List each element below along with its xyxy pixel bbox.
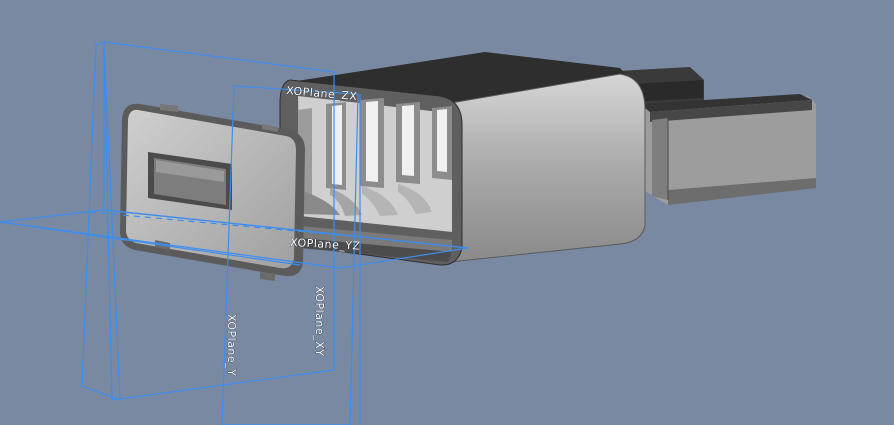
- connector-housing[interactable]: [279, 52, 646, 266]
- cover-plate[interactable]: [120, 103, 305, 281]
- plane-label-left-vertical: XOPlane_Y: [225, 314, 238, 376]
- 3d-viewport[interactable]: XOPlane_ZX XOPlane_YZ XOPlane_XY XOPlane…: [0, 0, 894, 425]
- cad-scene[interactable]: XOPlane_ZX XOPlane_YZ XOPlane_XY XOPlane…: [0, 0, 894, 425]
- plane-left[interactable]: [81, 41, 121, 401]
- plane-label-right-vertical: XOPlane_XY: [313, 286, 326, 356]
